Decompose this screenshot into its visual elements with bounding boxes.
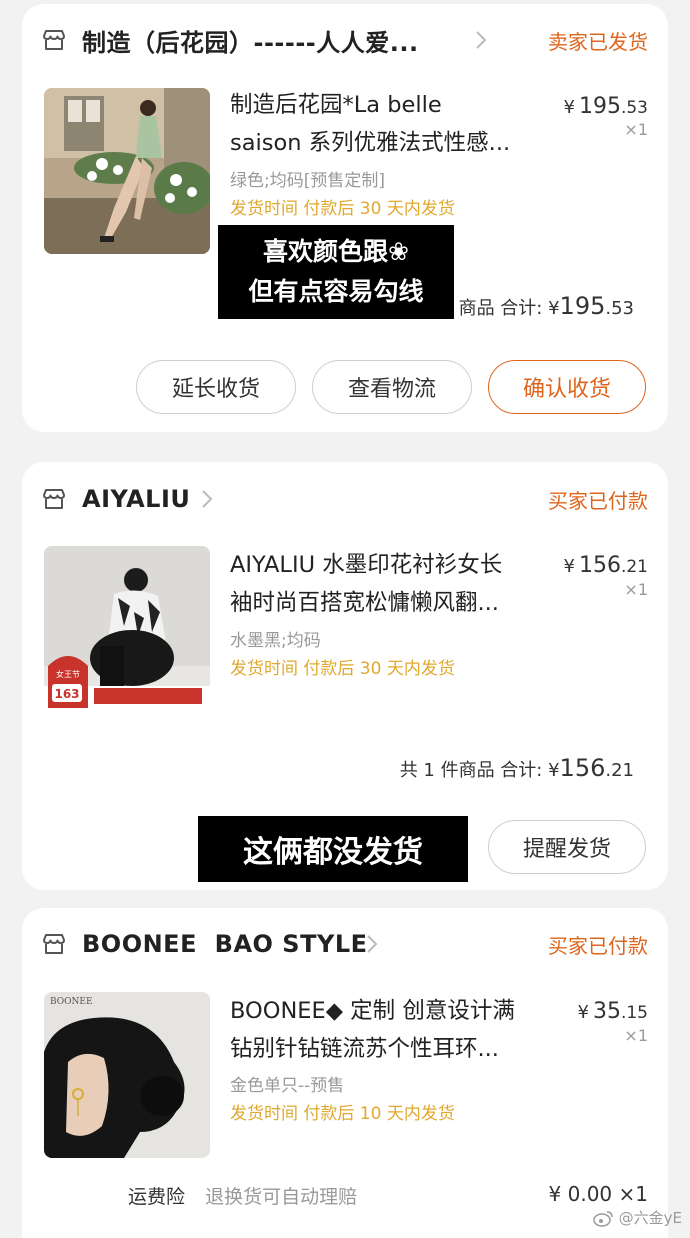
shop-name[interactable]: 制造（后花园）------人人爱...	[82, 23, 419, 58]
product-title-line1: AIYALIU 水墨印花衬衫女长	[230, 552, 503, 578]
product-spec: 金色单只--预售	[230, 1076, 345, 1096]
confirm-receipt-button[interactable]: 确认收货	[488, 360, 646, 414]
shop-header[interactable]: BOONEE BAO STYLE 买家已付款	[22, 914, 668, 974]
badge-number: 163	[54, 687, 79, 701]
watermark-text: @六金yE	[618, 1209, 682, 1227]
product-thumbnail[interactable]	[44, 88, 210, 254]
chevron-right-icon	[476, 31, 487, 49]
caption-line2: 但有点容易勾线	[248, 277, 424, 306]
store-icon	[43, 30, 65, 50]
chevron-right-icon	[367, 935, 378, 953]
product-thumbnail[interactable]: 女王节 163	[44, 546, 210, 712]
caption-line1: 喜欢颜色跟❀	[263, 237, 409, 266]
product-title-line2: 袖时尚百搭宽松慵懒风翻...	[230, 590, 499, 616]
insurance-label: 运费险	[128, 1186, 186, 1208]
shop-header[interactable]: 制造（后花园）------人人爱... 卖家已发货	[22, 10, 668, 70]
product-photo	[44, 88, 210, 254]
order-total: 共 1 件商品 合计: ¥156.21	[399, 754, 634, 782]
product-title[interactable]: AIYALIU 水墨印花衬衫女长 袖时尚百搭宽松慵懒风翻...	[230, 546, 550, 622]
view-logistics-button[interactable]: 查看物流	[312, 360, 472, 414]
insurance-desc: 退换货可自动理赔	[205, 1186, 358, 1208]
order-status: 买家已付款	[548, 933, 648, 958]
product-title-line1: BOONEE◆ 定制 创意设计满	[230, 998, 515, 1024]
watermark: @六金yE	[592, 1207, 682, 1228]
shop-name[interactable]: BOONEE BAO STYLE	[82, 930, 368, 958]
product-price: ¥195.53	[563, 94, 649, 119]
product-quantity: ×1	[624, 120, 648, 139]
product-photo: 女王节 163	[44, 546, 210, 712]
order-card-2: AIYALIU 买家已付款 女王节 163 AIYALIU 水墨印花衬衫女长 袖…	[22, 462, 668, 890]
product-title-line2: 钻别针钻链流苏个性耳环...	[230, 1036, 499, 1062]
product-quantity: ×1	[624, 580, 648, 599]
product-title-line2: saison 系列优雅法式性感...	[230, 130, 511, 156]
product-spec: 绿色;均码[预售定制]	[230, 171, 385, 191]
caption-line1: 这俩都没发货	[243, 835, 423, 870]
store-icon	[43, 489, 65, 509]
shop-name[interactable]: AIYALIU	[82, 485, 190, 513]
product-title[interactable]: 制造后花园*La belle saison 系列优雅法式性感...	[230, 86, 550, 162]
thumb-brand: BOONEE	[50, 997, 93, 1007]
weibo-icon	[592, 1210, 613, 1227]
order-status: 买家已付款	[548, 488, 648, 513]
product-photo: BOONEE	[44, 992, 210, 1158]
shipping-time: 发货时间 付款后 10 天内发货	[230, 1104, 455, 1124]
shipping-time: 发货时间 付款后 30 天内发货	[230, 199, 455, 219]
product-spec: 水墨黑;均码	[230, 631, 321, 651]
store-icon	[43, 934, 65, 954]
product-thumbnail[interactable]: BOONEE	[44, 992, 210, 1158]
insurance-price: ¥ 0.00 ×1	[548, 1182, 648, 1206]
remind-shipping-button[interactable]: 提醒发货	[488, 820, 646, 874]
order-total: 商品 合计: ¥195.53	[458, 292, 634, 320]
insurance-row: 运费险 退换货可自动理赔 ¥ 0.00 ×1	[128, 1182, 648, 1210]
order-status: 卖家已发货	[548, 29, 648, 54]
product-price: ¥156.21	[563, 553, 649, 578]
caption-overlay: 这俩都没发货	[198, 816, 468, 882]
product-price: ¥35.15	[577, 999, 649, 1024]
order-card-1: 制造（后花园）------人人爱... 卖家已发货 制造后花园*La belle…	[22, 4, 668, 432]
shop-header[interactable]: AIYALIU 买家已付款	[22, 469, 668, 529]
order-card-3: BOONEE BAO STYLE 买家已付款 BOONEE BOONEE◆ 定制…	[22, 908, 668, 1238]
product-title-line1: 制造后花园*La belle	[230, 92, 442, 118]
product-quantity: ×1	[624, 1026, 648, 1045]
extend-receipt-button[interactable]: 延长收货	[136, 360, 296, 414]
shipping-time: 发货时间 付款后 30 天内发货	[230, 659, 455, 679]
badge-title: 女王节	[56, 669, 80, 679]
product-title[interactable]: BOONEE◆ 定制 创意设计满 钻别针钻链流苏个性耳环...	[230, 992, 550, 1068]
caption-overlay: 喜欢颜色跟❀ 但有点容易勾线	[218, 225, 454, 319]
chevron-right-icon	[202, 490, 213, 508]
